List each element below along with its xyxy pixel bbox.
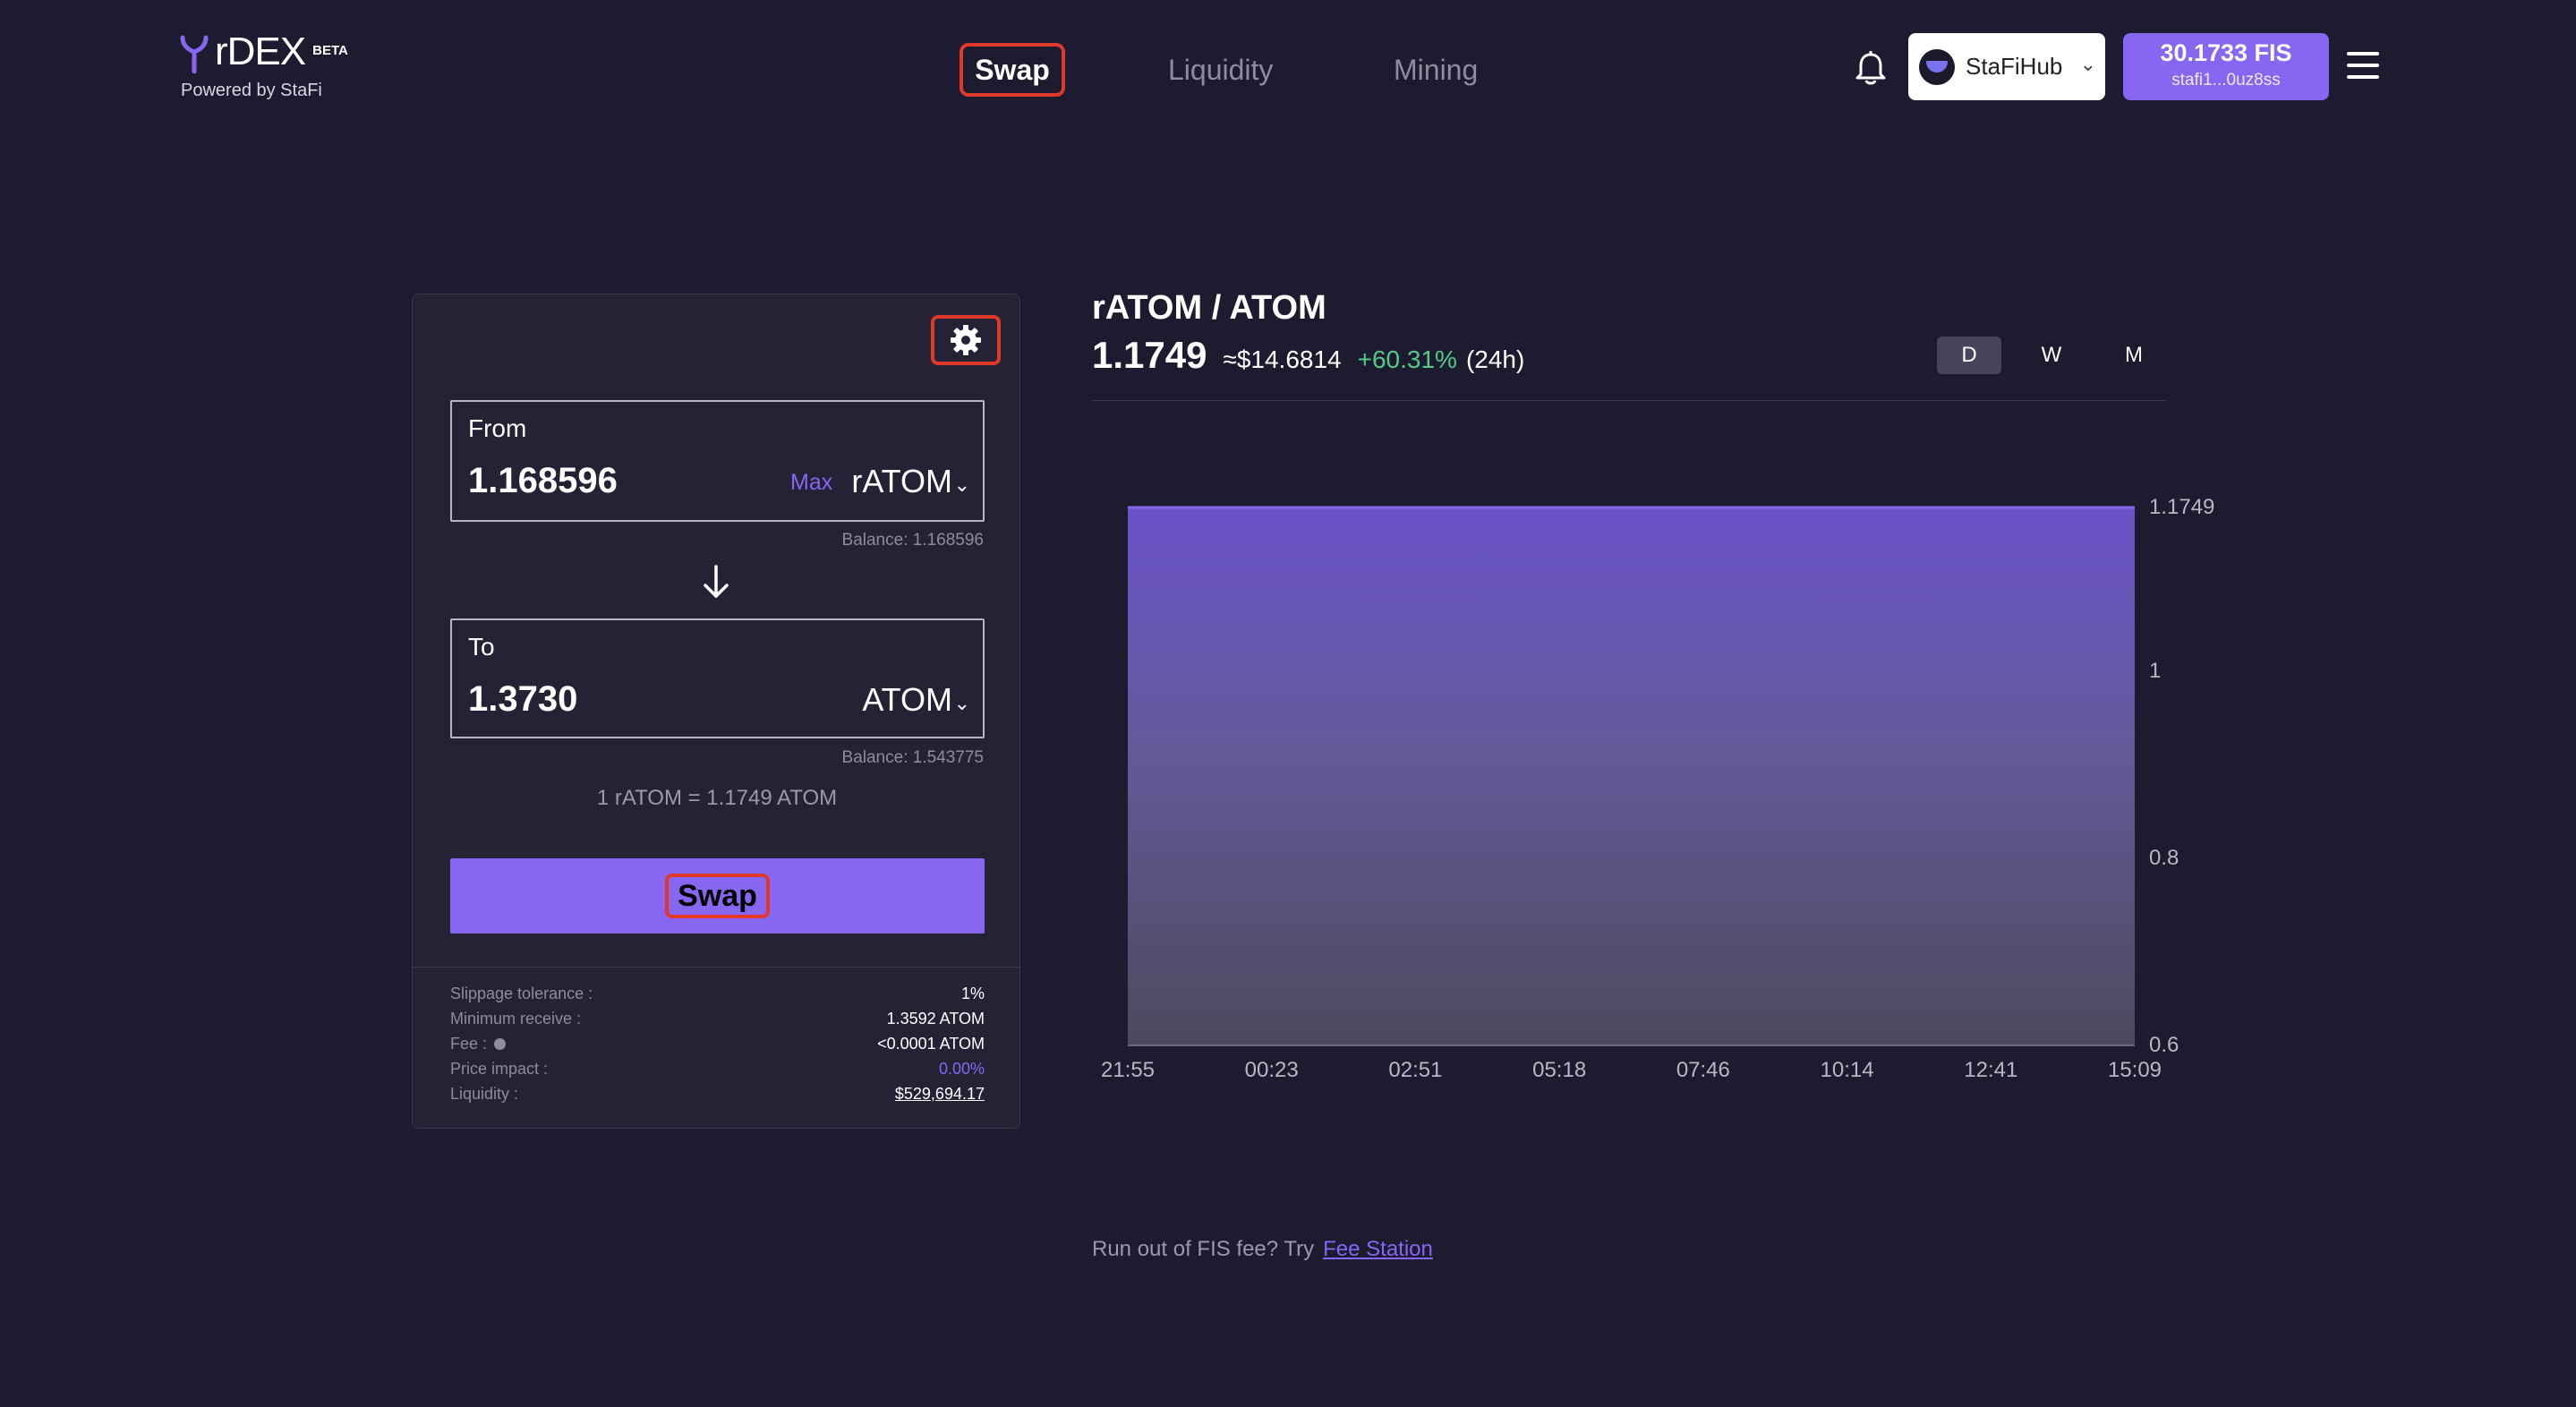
- x-tick-label: 02:51: [1388, 1058, 1443, 1082]
- x-tick-label: 21:55: [1100, 1058, 1156, 1082]
- range-tab-month[interactable]: M: [2102, 337, 2166, 374]
- fee-station-link[interactable]: Fee Station: [1323, 1237, 1433, 1261]
- price-area: [1128, 507, 2135, 1045]
- change-period: (24h): [1465, 345, 1525, 373]
- y-tick-label: 0.6: [2149, 1033, 2179, 1057]
- range-tabs: D W M: [1937, 337, 2184, 374]
- chevron-down-icon[interactable]: ⌄: [954, 473, 970, 497]
- chevron-down-icon: ⌄: [2079, 53, 2096, 75]
- price-chart[interactable]: 1.1749 1 0.8 0.6 21:55 00:23 02:51 05:18 07:46 10…: [1092, 483, 2273, 1110]
- to-field[interactable]: To 1.3730 ATOM ⌄: [450, 618, 985, 738]
- nav-mining[interactable]: Mining: [1394, 43, 1478, 97]
- x-tick-label: 07:46: [1676, 1058, 1730, 1082]
- footer-text: Run out of FIS fee? Try: [1092, 1237, 1315, 1261]
- liquidity-label: Liquidity :: [450, 1085, 519, 1103]
- chevron-down-icon[interactable]: ⌄: [954, 692, 970, 715]
- exchange-rate: 1 rATOM = 1.1749 ATOM: [596, 786, 838, 810]
- x-tick-label: 00:23: [1244, 1058, 1299, 1082]
- network-selector[interactable]: StaFiHub ⌄: [1908, 33, 2105, 100]
- swap-card: From 1.168596 Max rATOM ⌄ Balance: 1.168…: [412, 294, 1020, 1129]
- swap-button-label: Swap: [665, 874, 770, 918]
- menu-icon[interactable]: [2347, 52, 2379, 81]
- y-tick-label: 1.1749: [2149, 495, 2215, 519]
- detail-row-price-impact: Price impact : 0.00%: [450, 1060, 985, 1085]
- swap-button[interactable]: Swap: [450, 858, 985, 934]
- y-tick-label: 0.8: [2149, 845, 2179, 870]
- settings-button[interactable]: [931, 315, 1001, 365]
- stafihub-icon: [1919, 48, 1955, 85]
- range-tab-week[interactable]: W: [2019, 337, 2084, 374]
- price-impact-value: 0.00%: [938, 1060, 985, 1078]
- divider: [413, 967, 1019, 968]
- info-icon[interactable]: [494, 1038, 507, 1050]
- slippage-value: 1%: [960, 985, 985, 1002]
- price-row: 1.1749 ≈$14.6814 +60.31% (24h): [1092, 334, 1524, 377]
- arrow-down-icon[interactable]: [701, 563, 731, 601]
- range-tab-day[interactable]: D: [1937, 337, 2001, 374]
- from-token-selector[interactable]: rATOM: [851, 463, 952, 500]
- footer-note: Run out of FIS fee? Try Fee Station: [1092, 1237, 1433, 1262]
- header: rDEX BETA Powered by StaFi Swap Liquidit…: [0, 0, 2576, 134]
- nav-liquidity[interactable]: Liquidity: [1168, 43, 1273, 97]
- to-amount-input[interactable]: 1.3730: [468, 679, 577, 720]
- y-tick-label: 1: [2149, 658, 2162, 683]
- account-address: stafi1...0uz8ss: [2171, 71, 2281, 90]
- from-balance: Balance: 1.168596: [841, 531, 984, 550]
- detail-row-fee: Fee : <0.0001 ATOM: [450, 1035, 985, 1060]
- min-receive-label: Minimum receive :: [450, 1010, 582, 1028]
- pair-price: 1.1749: [1092, 334, 1207, 376]
- max-button[interactable]: Max: [790, 470, 832, 496]
- usd-price: ≈$14.6814: [1223, 345, 1342, 373]
- to-label: To: [468, 633, 495, 661]
- nav-swap[interactable]: Swap: [960, 43, 1065, 97]
- to-balance: Balance: 1.543775: [841, 748, 984, 767]
- pair-title: rATOM / ATOM: [1092, 289, 1326, 327]
- swap-details: Slippage tolerance : 1% Minimum receive …: [450, 985, 985, 1110]
- x-tick-label: 12:41: [1964, 1058, 2018, 1082]
- detail-row-slippage: Slippage tolerance : 1%: [450, 985, 985, 1010]
- x-tick-label: 10:14: [1820, 1058, 1874, 1082]
- account-balance: 30.1733 FIS: [2160, 39, 2292, 66]
- detail-row-liquidity: Liquidity : $529,694.17: [450, 1085, 985, 1110]
- detail-row-min-receive: Minimum receive : 1.3592 ATOM: [450, 1010, 985, 1035]
- chart-canvas: [1128, 506, 2135, 1046]
- fee-value: <0.0001 ATOM: [877, 1035, 985, 1053]
- min-receive-value: 1.3592 ATOM: [886, 1010, 985, 1028]
- from-amount-input[interactable]: 1.168596: [468, 461, 618, 501]
- fee-label: Fee :: [450, 1035, 488, 1053]
- gear-icon: [951, 325, 981, 355]
- from-field[interactable]: From 1.168596 Max rATOM ⌄: [450, 400, 985, 522]
- fee-label-group: Fee :: [450, 1035, 507, 1060]
- x-tick-label: 05:18: [1532, 1058, 1587, 1082]
- price-change: +60.31%: [1357, 345, 1457, 373]
- price-impact-label: Price impact :: [450, 1060, 549, 1078]
- to-token-selector[interactable]: ATOM: [862, 681, 952, 719]
- network-label: StaFiHub: [1966, 53, 2063, 80]
- divider: [1092, 400, 2166, 401]
- x-tick-label: 15:09: [2107, 1058, 2162, 1082]
- bell-icon[interactable]: [1855, 50, 1887, 86]
- slippage-label: Slippage tolerance :: [450, 985, 593, 1002]
- from-label: From: [468, 414, 527, 442]
- liquidity-link[interactable]: $529,694.17: [895, 1085, 985, 1110]
- account-button[interactable]: 30.1733 FIS stafi1...0uz8ss: [2123, 33, 2329, 100]
